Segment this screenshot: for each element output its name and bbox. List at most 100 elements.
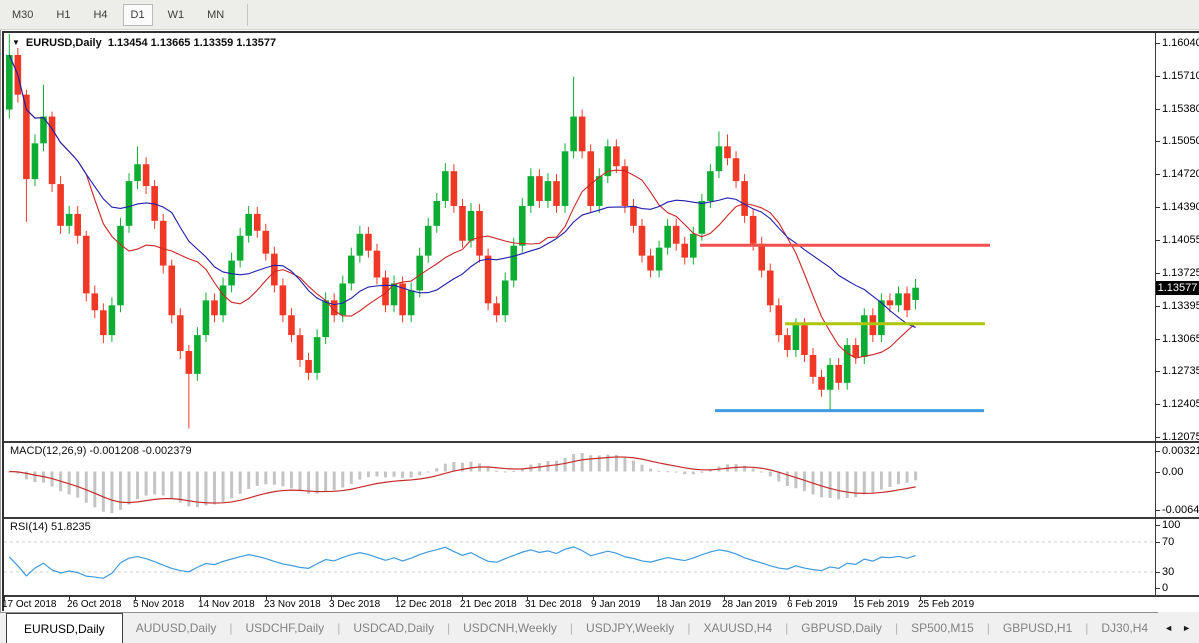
candle-body xyxy=(793,325,800,350)
macd-histogram-bar xyxy=(444,464,447,472)
macd-tick xyxy=(1155,472,1160,473)
candle-body xyxy=(673,226,680,244)
candle-body xyxy=(835,365,842,383)
price-tick xyxy=(1155,109,1160,110)
candle-body xyxy=(425,226,432,256)
timeframe-button-d1[interactable]: D1 xyxy=(123,4,153,26)
macd-histogram-bar xyxy=(93,472,96,508)
price-tick xyxy=(1155,76,1160,77)
candle-body xyxy=(365,234,372,251)
tab-gbpusd-daily[interactable]: GBPUSD,Daily xyxy=(788,613,895,643)
price-axis-label: 1.16040 xyxy=(1162,37,1199,49)
rsi-tick xyxy=(1155,572,1160,573)
macd-histogram-bar xyxy=(239,472,242,494)
candle-body xyxy=(562,151,569,206)
scroll-right-icon[interactable]: ► xyxy=(1182,623,1191,633)
tabbar-scroll-arrows: ◄ ► xyxy=(1158,612,1199,643)
macd-histogram-bar xyxy=(649,469,652,472)
macd-histogram-bar xyxy=(555,461,558,472)
candle-body xyxy=(92,293,99,310)
candle-body xyxy=(493,303,500,315)
macd-histogram-bar xyxy=(418,472,421,476)
candle-body xyxy=(852,345,859,357)
tab-eurusd-daily[interactable]: EURUSD,Daily xyxy=(6,613,123,643)
candle-body xyxy=(904,293,911,310)
macd-histogram-bar xyxy=(102,472,105,512)
macd-histogram-bar xyxy=(256,472,259,486)
macd-histogram-bar xyxy=(487,467,490,471)
candle-body xyxy=(528,176,535,206)
rsi-tick xyxy=(1155,525,1160,526)
date-axis-label: 26 Oct 2018 xyxy=(67,599,121,610)
candle-body xyxy=(271,254,278,286)
rsi-tick xyxy=(1155,588,1160,589)
candle-body xyxy=(664,226,671,248)
timeframe-button-h4[interactable]: H4 xyxy=(85,4,115,26)
tab-gbpusd-h1[interactable]: GBPUSD,H1 xyxy=(990,613,1085,643)
price-axis-label: 1.14720 xyxy=(1162,168,1199,180)
macd-histogram-bar xyxy=(170,472,173,499)
candle-body xyxy=(32,143,39,179)
date-axis-label: 12 Dec 2018 xyxy=(395,599,452,610)
tab-usdcad-daily[interactable]: USDCAD,Daily xyxy=(340,613,447,643)
macd-histogram-bar xyxy=(803,472,806,492)
candle-body xyxy=(126,181,133,226)
date-axis-label: 15 Feb 2019 xyxy=(853,599,909,610)
scroll-left-icon[interactable]: ◄ xyxy=(1164,623,1173,633)
current-price-tag: 1.13577 xyxy=(1156,281,1199,295)
macd-histogram-bar xyxy=(230,472,233,499)
candle-body xyxy=(408,290,415,315)
macd-histogram-bar xyxy=(281,472,284,487)
macd-histogram-bar xyxy=(204,472,207,506)
candle-body xyxy=(314,337,321,373)
candle-body xyxy=(288,315,295,335)
candle-body xyxy=(895,293,902,305)
macd-histogram-bar xyxy=(145,472,148,496)
macd-histogram-bar xyxy=(401,472,404,478)
main-price-chart[interactable] xyxy=(4,34,1155,441)
macd-histogram-bar xyxy=(880,472,883,490)
price-tick xyxy=(1155,306,1160,307)
timeframe-button-mn[interactable]: MN xyxy=(199,4,232,26)
macd-tick xyxy=(1155,510,1160,511)
chart-symbol-label: EURUSD,Daily xyxy=(26,37,102,49)
tab-sp500-m15[interactable]: SP500,M15 xyxy=(898,613,987,643)
price-tick xyxy=(1155,240,1160,241)
candle-body xyxy=(434,201,441,226)
tab-dj30-h4[interactable]: DJ30,H4 xyxy=(1088,613,1161,643)
macd-histogram-bar xyxy=(658,471,661,472)
timeframe-button-h1[interactable]: H1 xyxy=(48,4,78,26)
symbol-dropdown-icon[interactable]: ▼ xyxy=(12,38,20,47)
candle-body xyxy=(374,251,381,278)
price-tick xyxy=(1155,207,1160,208)
tab-usdjpy-weekly[interactable]: USDJPY,Weekly xyxy=(573,613,687,643)
macd-histogram-bar xyxy=(393,472,396,477)
candle-body xyxy=(810,355,817,377)
candle-body xyxy=(519,206,526,246)
tab-audusd-daily[interactable]: AUDUSD,Daily xyxy=(123,613,230,643)
candle-body xyxy=(134,164,141,181)
date-axis-label: 9 Jan 2019 xyxy=(591,599,641,610)
candle-body xyxy=(716,146,723,171)
candle-body xyxy=(887,300,894,305)
candle-body xyxy=(168,266,175,316)
candle-body xyxy=(143,164,150,186)
macd-histogram-bar xyxy=(769,472,772,477)
tab-xauusd-h4[interactable]: XAUUSD,H4 xyxy=(690,613,785,643)
candle-body xyxy=(630,206,637,226)
date-axis-label: 23 Nov 2018 xyxy=(264,599,321,610)
candle-body xyxy=(83,236,90,294)
tab-usdchf-daily[interactable]: USDCHF,Daily xyxy=(233,613,338,643)
candle-body xyxy=(570,117,577,152)
price-tick xyxy=(1155,43,1160,44)
date-axis-label: 21 Dec 2018 xyxy=(460,599,517,610)
candle-body xyxy=(724,146,731,158)
candle-body xyxy=(357,234,364,256)
price-axis-label: 1.12735 xyxy=(1162,365,1199,377)
tab-usdcnh-weekly[interactable]: USDCNH,Weekly xyxy=(450,613,570,643)
rsi-indicator-panel[interactable] xyxy=(4,519,1155,595)
macd-histogram-bar xyxy=(564,458,567,472)
candle-body xyxy=(502,280,509,315)
timeframe-button-m30[interactable]: M30 xyxy=(4,4,41,26)
timeframe-button-w1[interactable]: W1 xyxy=(160,4,193,26)
